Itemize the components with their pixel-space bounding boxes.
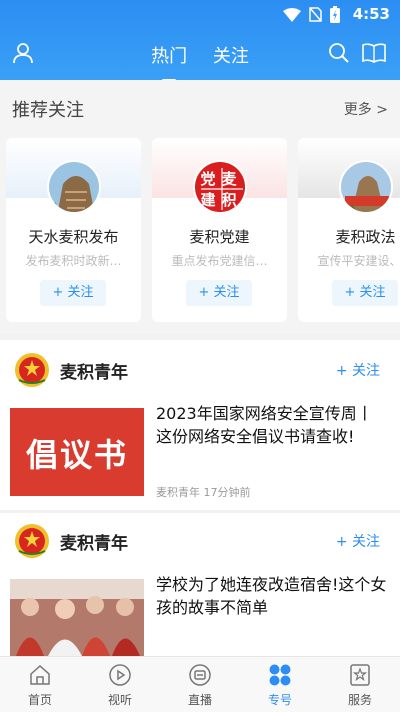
wifi-icon — [283, 7, 301, 22]
thumbnail-text: 倡议书 — [25, 436, 128, 474]
battery-icon — [330, 6, 340, 23]
bottom-nav-live[interactable]: 直播 — [160, 657, 240, 712]
follow-button[interactable]: + 关注 — [336, 531, 380, 551]
bottom-nav-label: 服务 — [347, 693, 372, 707]
more-link[interactable]: 更多 > — [344, 99, 388, 119]
article-meta: 麦积青年 17分钟前 — [156, 486, 251, 499]
follow-button[interactable]: + 关注 — [336, 360, 380, 380]
status-time: 4:53 — [352, 5, 390, 23]
search-icon[interactable] — [328, 42, 350, 64]
recommend-cards: 天水麦积发布 发布麦积时政新… + 关注 党 麦 建 积 麦积党建 重点发布党建… — [6, 138, 400, 323]
group-photo — [10, 579, 144, 656]
app-header: 4:53 热门 关注 — [0, 0, 400, 82]
bottom-nav: 首页 视听 直播 专号 服务 — [0, 656, 400, 712]
article-headline[interactable]: 2023年国家网络安全宣传周丨这份网络安全倡议书请查收! — [156, 402, 388, 448]
bottom-nav-label: 专号 — [267, 693, 292, 707]
avatar: 党 麦 建 积 — [192, 160, 247, 214]
recommend-card[interactable]: 天水麦积发布 发布麦积时政新… + 关注 — [6, 138, 141, 322]
card-desc: 宣传平安建设、… — [317, 254, 400, 268]
youth-league-logo-icon — [15, 524, 49, 558]
youth-league-logo-icon — [15, 353, 49, 387]
grid-icon — [269, 664, 291, 686]
newspaper-icon[interactable] — [362, 42, 386, 64]
home-icon — [30, 664, 50, 685]
top-nav: 热门 关注 — [0, 36, 400, 82]
card-desc: 重点发布党建信… — [171, 254, 268, 268]
recommend-card[interactable]: 党 麦 建 积 麦积党建 重点发布党建信… + 关注 — [152, 138, 287, 322]
bottom-nav-service[interactable]: 服务 — [320, 657, 400, 712]
star-icon — [350, 664, 370, 686]
feed-item[interactable]: 麦积青年 + 关注 学校为了她连夜改造宿舍!这个女孩的故事不简单 — [0, 513, 400, 656]
recommend-card[interactable]: 麦积政法 宣传平安建设、… + 关注 — [298, 138, 400, 322]
tab-follow[interactable]: 关注 — [213, 42, 249, 74]
status-bar: 4:53 — [0, 0, 400, 28]
bottom-nav-home[interactable]: 首页 — [0, 657, 80, 712]
bottom-nav-label: 首页 — [27, 693, 52, 707]
account-name[interactable]: 麦积青年 — [60, 529, 128, 554]
card-name: 麦积政法 — [335, 228, 396, 246]
bottom-nav-label: 直播 — [187, 693, 212, 707]
bottom-nav-label: 视听 — [107, 693, 132, 707]
live-icon — [189, 664, 211, 686]
article-headline[interactable]: 学校为了她连夜改造宿舍!这个女孩的故事不简单 — [156, 573, 388, 619]
bottom-nav-video[interactable]: 视听 — [80, 657, 160, 712]
status-icons — [283, 6, 340, 23]
card-name: 天水麦积发布 — [28, 228, 119, 246]
feed-item[interactable]: 麦积青年 + 关注 倡议书 2023年国家网络安全宣传周丨这份网络安全倡议书请查… — [0, 340, 400, 510]
recommend-title: 推荐关注 — [12, 100, 84, 121]
account-name[interactable]: 麦积青年 — [60, 358, 128, 383]
article-thumbnail[interactable]: 倡议书 — [10, 408, 144, 496]
avatar — [46, 160, 101, 214]
follow-button[interactable]: + 关注 — [332, 280, 398, 306]
play-icon — [109, 664, 131, 686]
recommend-section: 推荐关注 更多 > 天水麦积发布 发布麦积时政新… + 关注 党 麦 建 积 麦… — [0, 80, 400, 335]
card-desc: 发布麦积时政新… — [25, 254, 122, 268]
tab-hot[interactable]: 热门 — [151, 42, 187, 82]
bottom-nav-account[interactable]: 专号 — [240, 657, 320, 712]
avatar — [338, 160, 393, 214]
article-thumbnail[interactable] — [10, 579, 144, 656]
seal-text: 党 麦 建 积 — [200, 170, 237, 209]
follow-button[interactable]: + 关注 — [186, 280, 252, 306]
sim-icon — [309, 7, 322, 22]
follow-button[interactable]: + 关注 — [40, 280, 106, 306]
card-name: 麦积党建 — [189, 228, 250, 246]
